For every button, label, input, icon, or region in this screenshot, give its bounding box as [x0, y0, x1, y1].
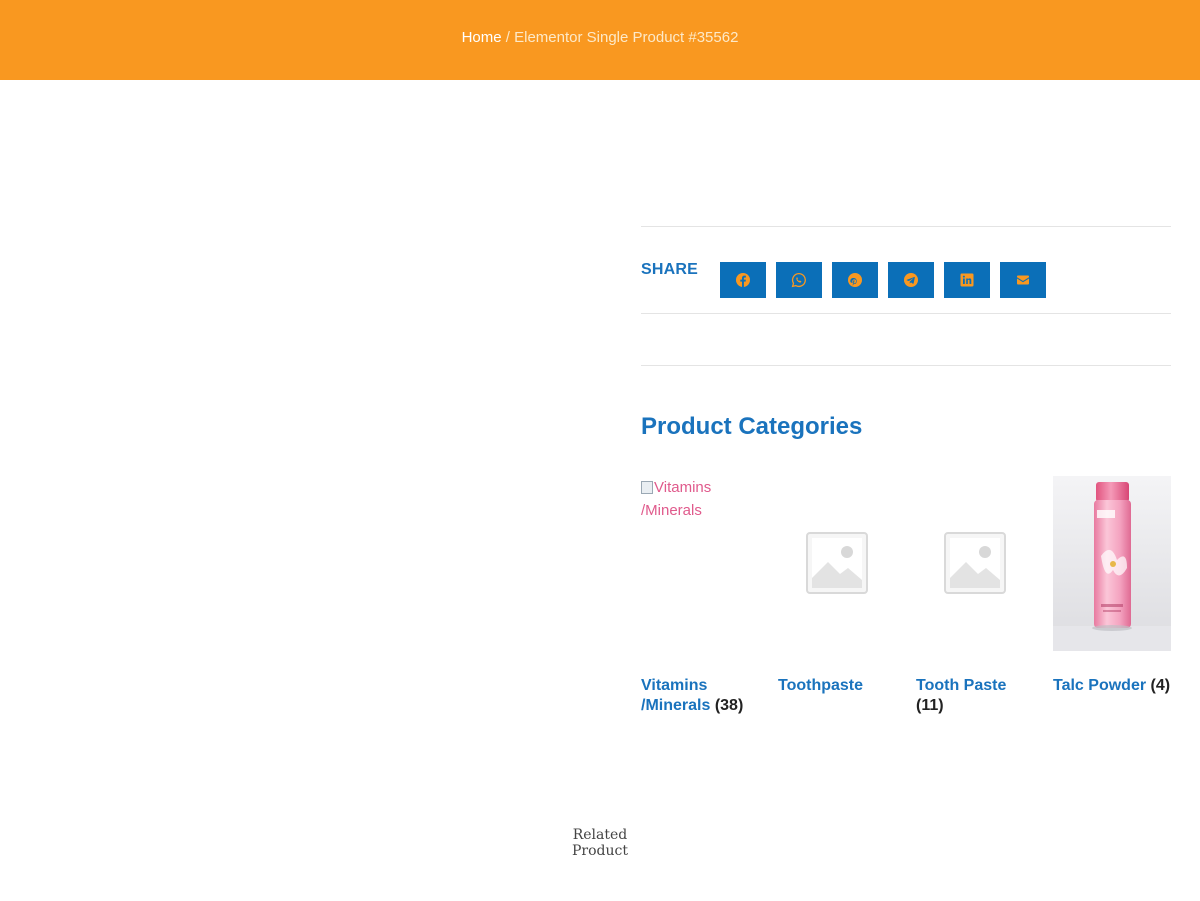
- share-facebook-button[interactable]: [720, 262, 766, 298]
- category-label-vitamins-minerals: Vitamins/Minerals (38): [641, 676, 777, 716]
- share-pinterest-button[interactable]: [832, 262, 878, 298]
- share-telegram-button[interactable]: [888, 262, 934, 298]
- broken-image-icon: [641, 481, 653, 494]
- placeholder-image-icon: [806, 532, 868, 594]
- category-item-talc-powder: [1053, 476, 1171, 651]
- breadcrumb-home-link[interactable]: Home: [462, 29, 502, 46]
- divider-middle: [641, 313, 1171, 314]
- category-name-line1: Vitamins: [641, 677, 708, 694]
- category-image-link[interactable]: Vitamins /Minerals: [641, 476, 759, 651]
- category-label-toothpaste: Toothpaste: [778, 676, 914, 696]
- category-image-link[interactable]: [916, 476, 1034, 651]
- linkedin-icon: [960, 273, 974, 287]
- category-label-tooth-paste: Tooth Paste (11): [916, 676, 1026, 716]
- share-label: SHARE: [641, 261, 699, 278]
- facebook-icon: [736, 273, 750, 287]
- share-linkedin-button[interactable]: [944, 262, 990, 298]
- category-item-toothpaste: [778, 476, 896, 651]
- telegram-icon: [904, 273, 918, 287]
- envelope-icon: [1017, 275, 1029, 285]
- category-item-tooth-paste: [916, 476, 1034, 651]
- talc-powder-photo: [1053, 476, 1171, 651]
- whatsapp-icon: [791, 272, 806, 288]
- pinterest-icon: [848, 273, 862, 287]
- category-image-link[interactable]: [1053, 476, 1171, 651]
- category-count: (4): [1150, 677, 1171, 694]
- category-count: (11): [916, 697, 944, 714]
- breadcrumb-current: Elementor Single Product #35562: [514, 29, 739, 46]
- divider-top: [641, 226, 1171, 227]
- category-count: (38): [714, 697, 744, 714]
- category-link-toothpaste[interactable]: Toothpaste: [778, 677, 863, 694]
- share-email-button[interactable]: [1000, 262, 1046, 298]
- category-label-talc-powder: Talc Powder (4): [1053, 676, 1193, 696]
- related-line2: Product: [572, 843, 628, 859]
- related-product-heading: Related Product: [560, 827, 640, 859]
- category-link-talc-powder[interactable]: Talc Powder: [1053, 677, 1146, 694]
- share-whatsapp-button[interactable]: [776, 262, 822, 298]
- breadcrumb: Home / Elementor Single Product #35562: [0, 29, 1200, 47]
- category-name-line2: /Minerals: [641, 697, 711, 714]
- category-image-link[interactable]: [778, 476, 896, 651]
- broken-image: Vitamins /Minerals: [641, 476, 759, 522]
- placeholder-image-icon: [944, 532, 1006, 594]
- related-line1: Related: [572, 827, 628, 843]
- category-link-tooth-paste[interactable]: Tooth Paste: [916, 677, 1006, 694]
- divider-bottom: [641, 365, 1171, 366]
- category-item-vitamins-minerals: Vitamins /Minerals: [641, 476, 759, 651]
- product-categories-title: Product Categories: [641, 413, 863, 440]
- breadcrumb-separator: /: [501, 29, 515, 46]
- category-link-vitamins-minerals[interactable]: Vitamins/Minerals: [641, 677, 710, 714]
